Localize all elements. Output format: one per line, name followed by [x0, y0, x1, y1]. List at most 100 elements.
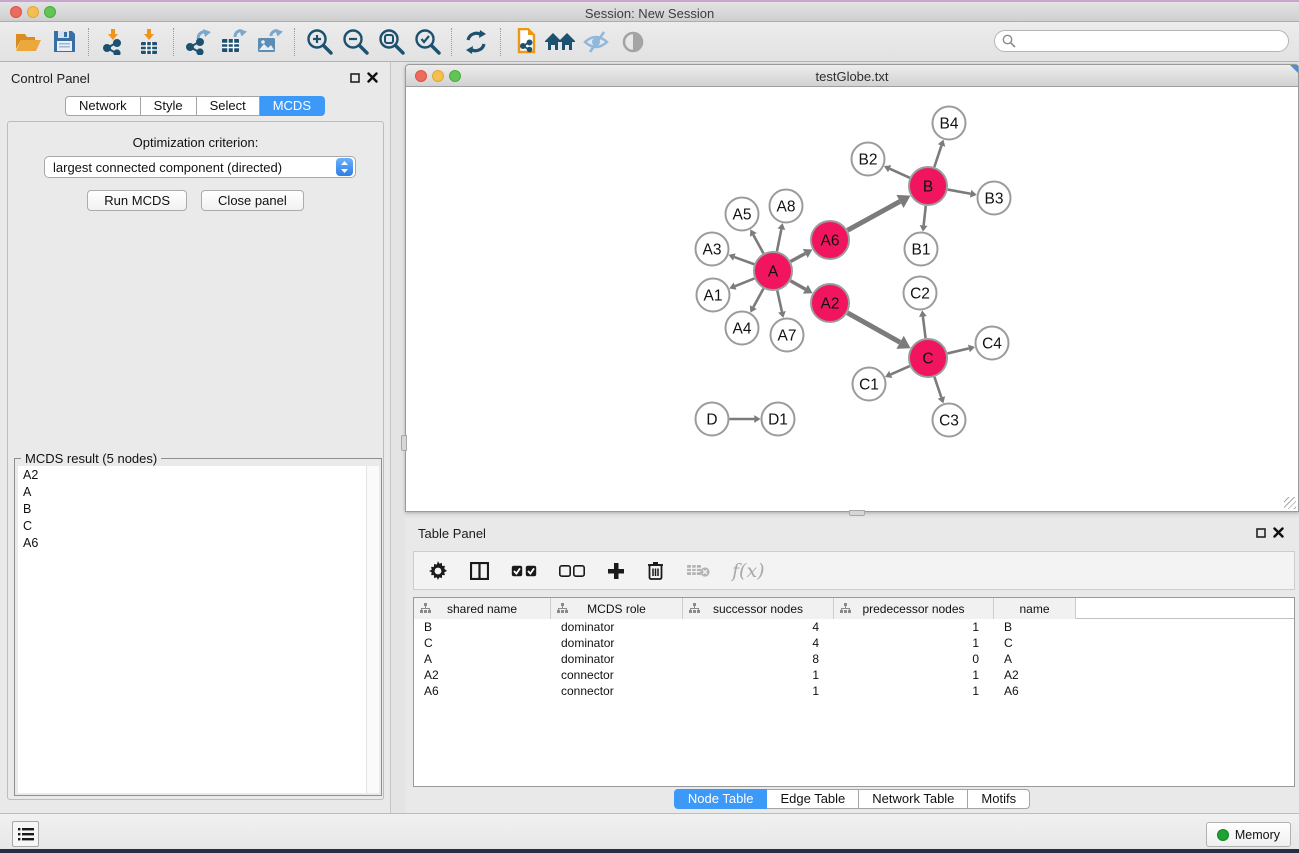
- select-all-icon[interactable]: [511, 565, 537, 577]
- resize-grip-icon[interactable]: [1284, 497, 1296, 509]
- close-panel-button[interactable]: Close panel: [201, 190, 304, 211]
- open-session-icon[interactable]: [10, 26, 46, 58]
- edge-C-C2[interactable]: [923, 317, 926, 339]
- splitter-handle[interactable]: [401, 435, 407, 451]
- column-header-shared-name[interactable]: shared name: [414, 598, 551, 619]
- close-panel-icon[interactable]: [1273, 527, 1284, 538]
- network-window-titlebar[interactable]: testGlobe.txt: [406, 65, 1298, 87]
- edge-A-A6[interactable]: [791, 253, 806, 261]
- tab-network[interactable]: Network: [65, 96, 141, 116]
- edge-B-B2[interactable]: [890, 169, 910, 178]
- graph-node-label: A2: [821, 296, 840, 313]
- tab-style[interactable]: Style: [141, 96, 197, 116]
- edge-A-A3[interactable]: [734, 257, 754, 264]
- tab-node-table[interactable]: Node Table: [674, 789, 768, 809]
- mcds-result-item[interactable]: A2: [18, 466, 379, 483]
- search-box[interactable]: [994, 30, 1289, 52]
- show-all-icon[interactable]: [615, 26, 651, 58]
- tab-select[interactable]: Select: [197, 96, 260, 116]
- cell-successor-nodes: 4: [683, 636, 834, 650]
- memory-status-icon: [1217, 829, 1229, 841]
- graph-node-label: A6: [821, 233, 840, 250]
- float-panel-icon[interactable]: [350, 73, 360, 83]
- cell-successor-nodes: 1: [683, 668, 834, 682]
- toolbar-separator: [88, 28, 89, 56]
- table-row[interactable]: A6connector11A6: [414, 683, 1294, 699]
- table-settings-gear-icon[interactable]: [428, 561, 448, 581]
- tab-edge-table[interactable]: Edge Table: [767, 789, 859, 809]
- table-row[interactable]: Cdominator41C: [414, 635, 1294, 651]
- search-icon: [1002, 34, 1016, 48]
- network-canvas[interactable]: B4B2BB3A8A5A6A3B1AA1C2A2A4A7C4CC1DD1C3: [407, 88, 1297, 511]
- column-header-predecessor-nodes[interactable]: predecessor nodes: [834, 598, 994, 619]
- tab-network-table[interactable]: Network Table: [859, 789, 968, 809]
- zoom-in-icon[interactable]: [301, 26, 337, 58]
- deselect-all-icon[interactable]: [559, 565, 585, 577]
- mcds-result-list[interactable]: A2ABCA6: [18, 466, 379, 793]
- export-network-icon[interactable]: [180, 26, 216, 58]
- close-panel-icon[interactable]: [367, 72, 378, 83]
- cell-predecessor-nodes: 0: [834, 652, 994, 666]
- import-table-icon[interactable]: [131, 26, 167, 58]
- mcds-list-scrollbar[interactable]: [366, 466, 379, 793]
- tab-motifs[interactable]: Motifs: [968, 789, 1030, 809]
- dropdown-stepper-icon: [336, 158, 353, 176]
- refresh-icon[interactable]: [458, 26, 494, 58]
- column-header-MCDS-role[interactable]: MCDS role: [551, 598, 683, 619]
- search-input[interactable]: [1016, 32, 1288, 50]
- splitter-handle[interactable]: [849, 510, 865, 516]
- edge-C-C3[interactable]: [934, 377, 941, 398]
- zoom-fit-icon[interactable]: [373, 26, 409, 58]
- cell-MCDS-role: dominator: [551, 636, 683, 650]
- edge-arrowhead: [968, 345, 975, 353]
- cell-name: A: [994, 652, 1076, 666]
- table-panel: Table Panel f(x) shared nameMCDS rolesuc…: [405, 518, 1299, 813]
- tab-mcds[interactable]: MCDS: [260, 96, 325, 116]
- table-row[interactable]: Bdominator41B: [414, 619, 1294, 635]
- edge-B-B4[interactable]: [934, 146, 941, 168]
- add-column-icon[interactable]: [607, 562, 625, 580]
- edge-B-B3[interactable]: [948, 190, 971, 194]
- cell-name: A2: [994, 668, 1076, 682]
- column-header-successor-nodes[interactable]: successor nodes: [683, 598, 834, 619]
- edge-A-A1[interactable]: [735, 278, 754, 286]
- memory-button[interactable]: Memory: [1206, 822, 1291, 847]
- node-table[interactable]: shared nameMCDS rolesuccessor nodesprede…: [413, 597, 1295, 787]
- mcds-result-item[interactable]: B: [18, 500, 379, 517]
- task-history-button[interactable]: [12, 821, 39, 847]
- show-column-icon[interactable]: [470, 562, 489, 580]
- float-panel-icon[interactable]: [1256, 528, 1266, 538]
- edge-B-B1[interactable]: [924, 206, 926, 226]
- criterion-dropdown[interactable]: largest connected component (directed): [44, 156, 356, 178]
- duplicate-network-icon[interactable]: [507, 26, 543, 58]
- edge-A2-C[interactable]: [847, 313, 900, 343]
- mcds-result-title: MCDS result (5 nodes): [21, 451, 161, 466]
- edge-A-A2[interactable]: [790, 281, 805, 289]
- delete-column-icon[interactable]: [647, 561, 664, 580]
- edge-A6-B[interactable]: [848, 201, 900, 230]
- edge-C-C1[interactable]: [891, 366, 910, 374]
- mcds-result-item[interactable]: C: [18, 517, 379, 534]
- graph-node-label: B4: [940, 116, 959, 133]
- network-graph[interactable]: B4B2BB3A8A5A6A3B1AA1C2A2A4A7C4CC1DD1C3: [407, 88, 1297, 511]
- save-session-icon[interactable]: [46, 26, 82, 58]
- cell-shared-name: A2: [414, 668, 551, 682]
- column-header-name[interactable]: name: [994, 598, 1076, 619]
- zoom-out-icon[interactable]: [337, 26, 373, 58]
- edge-A-A5[interactable]: [753, 235, 763, 254]
- edge-A-A7[interactable]: [777, 291, 782, 312]
- run-mcds-button[interactable]: Run MCDS: [87, 190, 187, 211]
- edge-A-A4[interactable]: [753, 289, 763, 308]
- export-table-icon[interactable]: [216, 26, 252, 58]
- hide-selected-icon[interactable]: [579, 26, 615, 58]
- mcds-result-item[interactable]: A: [18, 483, 379, 500]
- zoom-selected-icon[interactable]: [409, 26, 445, 58]
- home-icon[interactable]: [543, 26, 579, 58]
- import-network-icon[interactable]: [95, 26, 131, 58]
- table-row[interactable]: A2connector11A2: [414, 667, 1294, 683]
- table-row[interactable]: Adominator80A: [414, 651, 1294, 667]
- export-image-icon[interactable]: [252, 26, 288, 58]
- edge-C-C4[interactable]: [947, 348, 968, 353]
- mcds-result-item[interactable]: A6: [18, 534, 379, 551]
- edge-A-A8[interactable]: [777, 229, 781, 251]
